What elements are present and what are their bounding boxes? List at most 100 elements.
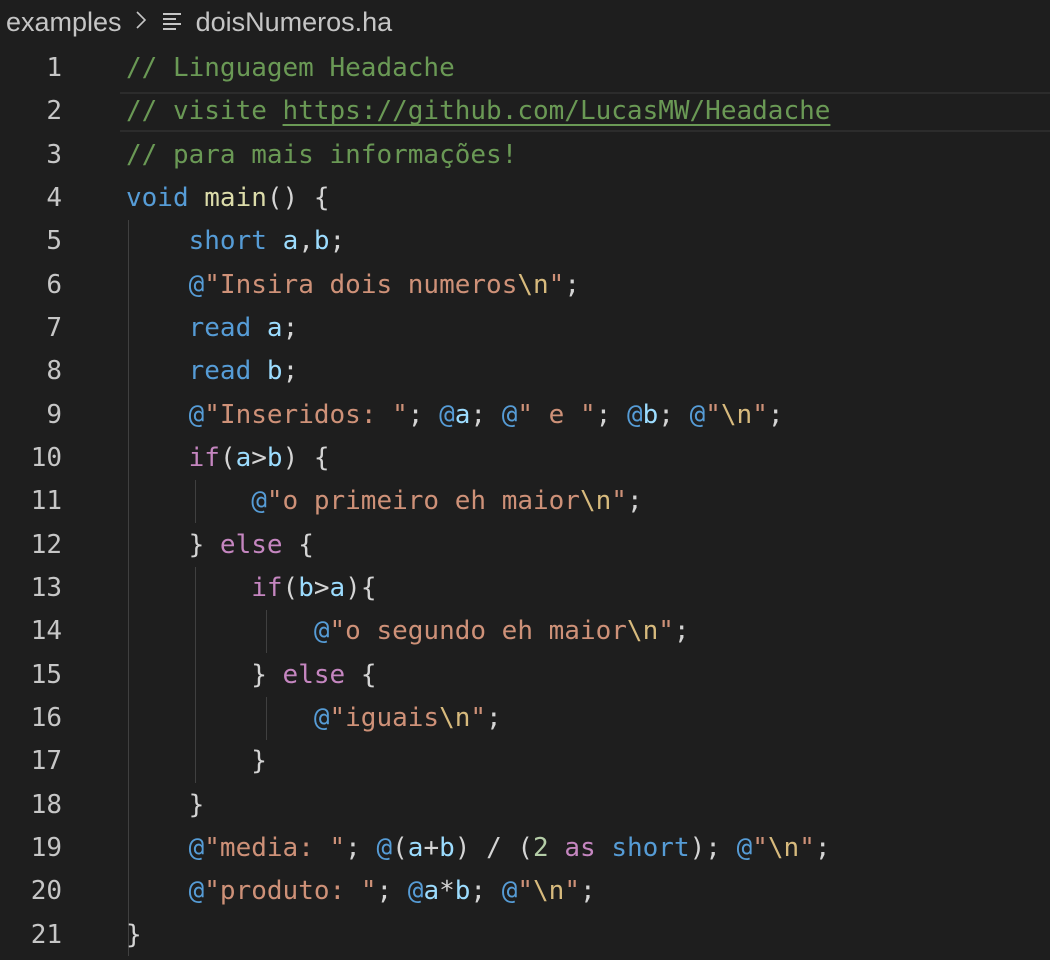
code-token: a <box>282 226 299 257</box>
code-line[interactable]: 21} <box>0 914 1050 957</box>
code-text[interactable]: } else { <box>126 524 314 567</box>
code-token: b <box>454 876 471 907</box>
code-line[interactable]: 5 short a,b; <box>0 220 1050 263</box>
code-text[interactable]: } <box>126 740 267 783</box>
code-text[interactable]: @"iguais\n"; <box>126 697 502 740</box>
line-number: 15 <box>30 659 62 690</box>
code-token: , <box>298 226 314 257</box>
code-line[interactable]: 20 @"produto: "; @a*b; @"\n"; <box>0 870 1050 913</box>
breadcrumb-file[interactable]: doisNumeros.ha <box>196 7 393 38</box>
code-token: } <box>126 529 220 560</box>
code-token: ; <box>345 832 377 863</box>
code-text[interactable]: // visite https://github.com/LucasMW/Hea… <box>126 90 830 133</box>
breadcrumb-folder[interactable]: examples <box>6 7 122 38</box>
code-token: > <box>251 442 267 473</box>
code-token: ; <box>595 399 627 430</box>
code-token: \n <box>767 832 800 863</box>
code-text[interactable]: } <box>126 914 142 957</box>
code-line[interactable]: 15 } else { <box>0 654 1050 697</box>
code-line[interactable]: 4 void main() { <box>0 177 1050 220</box>
code-token: "produto: " <box>204 876 377 907</box>
code-text[interactable]: // Linguagem Headache <box>126 47 455 90</box>
code-text[interactable]: @"media: "; @(a+b) / (2 as short); @"\n"… <box>126 827 831 870</box>
code-text[interactable]: @"Insira dois numeros\n"; <box>126 264 580 307</box>
code-token: + <box>423 832 440 863</box>
code-line[interactable]: 3 // para mais informações! <box>0 134 1050 177</box>
code-token: b <box>313 226 330 257</box>
code-text[interactable]: if(a>b) { <box>126 437 330 480</box>
code-token: * <box>439 876 455 907</box>
code-token: ( <box>392 832 408 863</box>
line-number: 18 <box>30 789 62 820</box>
code-token: " <box>548 269 565 300</box>
code-token: a <box>423 876 440 907</box>
code-line[interactable]: 9 @"Inseridos: "; @a; @" e "; @b; @"\n"; <box>0 394 1050 437</box>
code-token: > <box>313 572 330 603</box>
code-token: if <box>188 442 220 473</box>
code-line[interactable]: 19 @"media: "; @(a+b) / (2 as short); @"… <box>0 827 1050 870</box>
code-token[interactable]: https://github.com/LucasMW/Headache <box>283 96 831 126</box>
code-line[interactable]: 8 read b; <box>0 350 1050 393</box>
code-token: ; <box>673 616 690 647</box>
code-token: b <box>642 399 659 430</box>
code-text[interactable]: } else { <box>126 654 376 697</box>
chevron-right-icon <box>134 7 148 38</box>
breadcrumb: examples doisNumeros.ha <box>6 0 392 44</box>
code-token: \n <box>439 702 471 733</box>
code-text[interactable]: read a; <box>126 307 299 350</box>
code-token: " <box>752 399 768 430</box>
code-text[interactable]: void main() { <box>126 177 330 220</box>
code-line[interactable]: 17 } <box>0 740 1050 783</box>
code-token: b <box>266 356 283 387</box>
code-line[interactable]: 12 } else { <box>0 524 1050 567</box>
code-line[interactable]: 11 @"o primeiro eh maior\n"; <box>0 480 1050 523</box>
code-text[interactable]: short a,b; <box>126 220 346 263</box>
line-number: 17 <box>30 746 62 777</box>
code-token: " <box>799 832 815 863</box>
code-token: @ <box>251 486 267 517</box>
code-token: read <box>188 312 252 343</box>
code-text[interactable]: @"Inseridos: "; @a; @" e "; @b; @"\n"; <box>126 394 784 437</box>
code-text[interactable]: read b; <box>126 350 299 393</box>
code-line[interactable]: 16 @"iguais\n"; <box>0 697 1050 740</box>
code-token: \n <box>517 269 549 300</box>
line-number: 6 <box>46 269 62 300</box>
code-token: @ <box>736 832 753 863</box>
code-token: " <box>470 702 487 733</box>
code-line[interactable]: 1 // Linguagem Headache <box>0 47 1050 90</box>
code-line[interactable]: 2 // visite https://github.com/LucasMW/He… <box>0 90 1050 133</box>
code-token: ; <box>767 399 784 430</box>
code-line[interactable]: 14 @"o segundo eh maior\n"; <box>0 610 1050 653</box>
code-text[interactable]: @"o segundo eh maior\n"; <box>126 610 690 653</box>
code-line[interactable]: 7 read a; <box>0 307 1050 350</box>
code-text[interactable]: if(b>a){ <box>126 567 376 610</box>
code-text[interactable]: } <box>126 784 205 827</box>
code-line[interactable]: 6 @"Insira dois numeros\n"; <box>0 264 1050 307</box>
code-text[interactable]: @"produto: "; @a*b; @"\n"; <box>126 870 596 913</box>
line-number: 9 <box>46 399 62 430</box>
code-line[interactable]: 13 if(b>a){ <box>0 567 1050 610</box>
code-token: void <box>126 182 189 213</box>
code-token: ; <box>626 486 643 517</box>
code-token: else <box>219 529 283 560</box>
line-number: 2 <box>46 96 62 127</box>
code-token: \n <box>626 616 659 647</box>
line-number: 13 <box>30 572 62 603</box>
code-token: \n <box>579 486 612 517</box>
code-token: ; <box>814 832 831 863</box>
code-token: () { <box>266 182 330 213</box>
code-token: a <box>235 442 252 473</box>
code-token: { <box>282 529 314 560</box>
code-line[interactable]: 10 if(a>b) { <box>0 437 1050 480</box>
code-editor[interactable]: 1 // Linguagem Headache 2 // visite https:/… <box>0 47 1050 957</box>
code-text[interactable]: @"o primeiro eh maior\n"; <box>126 480 643 523</box>
code-line[interactable]: 18 } <box>0 784 1050 827</box>
code-text[interactable]: // para mais informações! <box>126 134 517 177</box>
